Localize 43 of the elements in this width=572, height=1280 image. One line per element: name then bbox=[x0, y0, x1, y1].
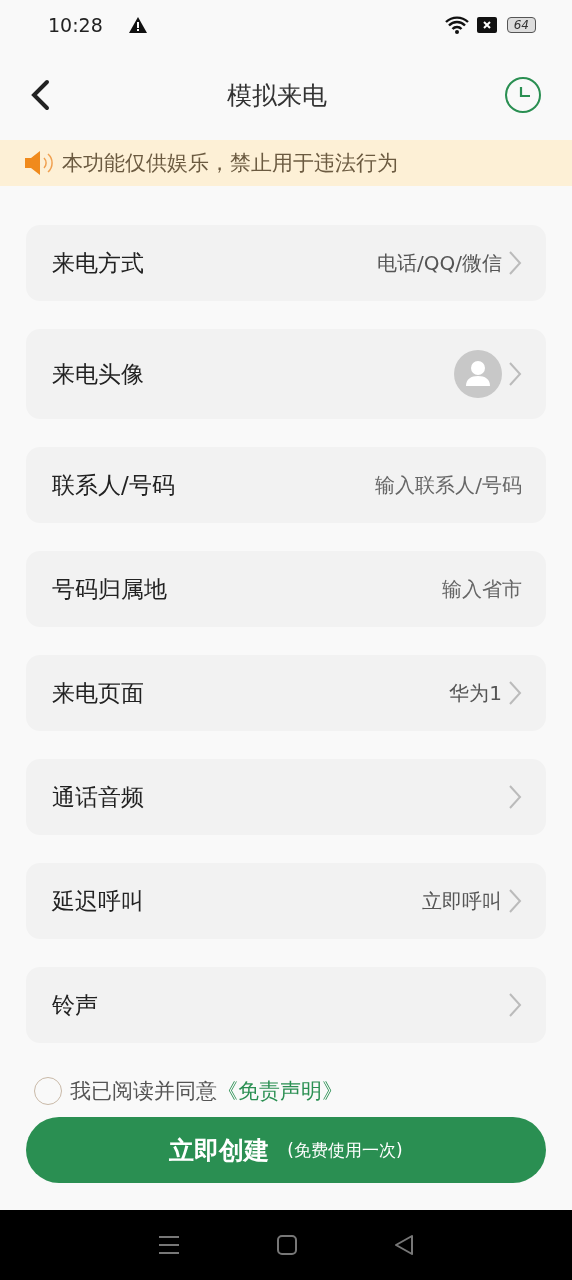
clock-icon[interactable] bbox=[504, 76, 542, 114]
input-field[interactable]: 输入省市 bbox=[302, 577, 522, 601]
setting-label: 来电头像 bbox=[52, 359, 144, 389]
settings-row[interactable]: 来电页面 华为1 bbox=[26, 655, 546, 731]
settings-row[interactable]: 通话音频 bbox=[26, 759, 546, 835]
notice-text: 本功能仅供娱乐，禁止用于违法行为 bbox=[62, 150, 398, 177]
no-sim-icon bbox=[476, 17, 497, 33]
disclaimer-link[interactable]: 《免责声明》 bbox=[217, 1079, 343, 1103]
chevron-icon bbox=[508, 680, 522, 706]
page-title: 模拟来电 bbox=[227, 79, 327, 112]
avatar-icon bbox=[454, 350, 502, 398]
settings-row[interactable]: 来电方式 电话/QQ/微信 bbox=[26, 225, 546, 301]
chevron-icon bbox=[508, 361, 522, 387]
setting-label: 通话音频 bbox=[52, 782, 144, 812]
chevron-icon bbox=[508, 250, 522, 276]
create-button[interactable]: 立即创建 (免费使用一次) bbox=[26, 1117, 546, 1183]
menu-icon[interactable] bbox=[158, 1235, 181, 1255]
chevron-icon bbox=[508, 784, 522, 810]
status-time: 10:28 bbox=[48, 14, 103, 36]
agreement-text: 我已阅读并同意《免责声明》 bbox=[70, 1078, 343, 1105]
chevron-icon bbox=[508, 992, 522, 1018]
home-icon[interactable] bbox=[277, 1235, 297, 1255]
back-icon[interactable] bbox=[30, 79, 50, 111]
setting-label: 延迟呼叫 bbox=[52, 886, 144, 916]
setting-label: 铃声 bbox=[52, 990, 98, 1020]
settings-row[interactable]: 延迟呼叫 立即呼叫 bbox=[26, 863, 546, 939]
warning-icon bbox=[128, 17, 147, 33]
setting-label: 联系人/号码 bbox=[52, 470, 175, 500]
setting-label: 来电方式 bbox=[52, 248, 144, 278]
settings-row[interactable]: 号码归属地 输入省市 bbox=[26, 551, 546, 627]
wifi-icon bbox=[444, 16, 469, 34]
setting-value: 立即呼叫 bbox=[422, 887, 502, 915]
chevron-icon bbox=[508, 888, 522, 914]
setting-value: 华为1 bbox=[449, 679, 502, 707]
settings-row[interactable]: 联系人/号码 输入联系人/号码 bbox=[26, 447, 546, 523]
speaker-icon bbox=[24, 150, 54, 176]
settings-row[interactable]: 铃声 bbox=[26, 967, 546, 1043]
settings-row[interactable]: 来电头像 bbox=[26, 329, 546, 419]
setting-value: 电话/QQ/微信 bbox=[377, 249, 502, 277]
battery-icon: 64 bbox=[506, 17, 536, 33]
input-field[interactable]: 输入联系人/号码 bbox=[302, 473, 522, 497]
setting-label: 来电页面 bbox=[52, 678, 144, 708]
setting-label: 号码归属地 bbox=[52, 574, 167, 604]
